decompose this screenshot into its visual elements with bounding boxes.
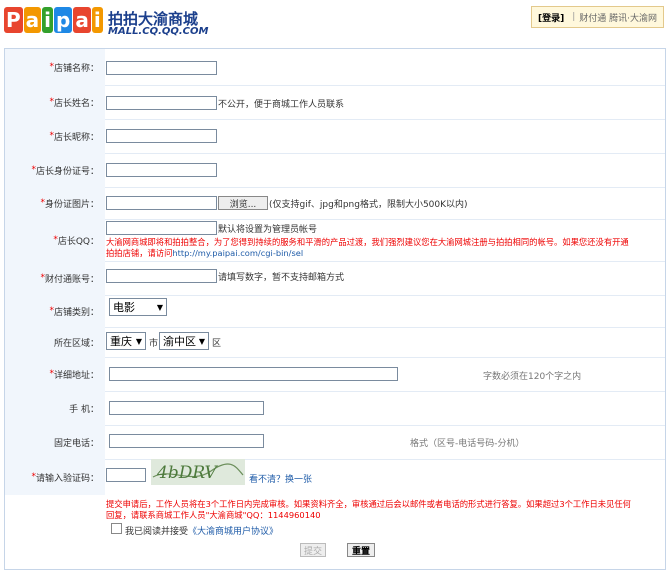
mobile-label: 手 机： [5,391,105,425]
mobile-row: 手 机： [5,391,665,426]
tenpay-row: * 财付通账号： 请填写数字，暂不支持邮箱方式 [5,261,665,296]
site-url: MALL.CQ.QQ.COM [108,26,209,37]
divider: | [572,12,576,22]
logo-letter: i [91,7,103,33]
paipai-seller-link[interactable]: http://my.paipai.com/cgi-bin/sel [172,248,303,258]
owner-id-input[interactable] [106,163,217,177]
captcha-input[interactable] [106,468,146,482]
header: Paipai 拍拍大渝商城 MALL.CQ.QQ.COM [登录] | 财付通 … [0,0,670,44]
logo-letter: i [42,7,54,33]
top-links-bar: [登录] | 财付通 腾讯·大渝网 [530,6,664,28]
address-note: 字数必须在120个字之内 [483,372,582,382]
owner-qq-row: * 店长QQ： 默认将设置为管理员帐号 大渝网商城即将和拍拍整合，为了您得到持续的… [5,219,665,262]
category-select[interactable]: 电影 ▼ [109,298,167,316]
agree-checkbox[interactable] [111,523,122,534]
phone-label: 固定电话： [5,425,105,459]
address-row: * 详细地址： 字数必须在120个字之内 [5,357,665,392]
submit-note-line2: 回复，请联系商城工作人员"大渝商城"QQ：1144960140 [106,510,321,520]
reset-button[interactable]: 重置 [347,543,375,557]
province-select[interactable]: 重庆 ▼ [106,332,146,350]
qq-warning-line2: 拍拍店铺，请访问http://my.paipai.com/cgi-bin/sel [106,248,304,258]
chevron-down-icon: ▼ [198,337,205,346]
address-input[interactable] [109,367,398,381]
id-image-path-input[interactable] [106,196,217,210]
shop-name-input[interactable] [106,61,217,75]
id-image-note: (仅支持gif、jpg和png格式，限制大小500K以内) [269,200,468,210]
owner-nick-label: * 店长昵称： [5,119,105,153]
owner-qq-input[interactable] [106,221,217,235]
owner-name-note: 不公开，便于商城工作人员联系 [218,100,345,110]
city-suffix: 市 [149,339,159,349]
owner-qq-note: 默认将设置为管理员帐号 [218,225,318,235]
district-select[interactable]: 渝中区 ▼ [159,332,209,350]
region-label: 所在区域： [5,327,105,357]
captcha-image[interactable]: 4bDRV [151,459,245,485]
shop-application-form: * 店铺名称： * 店长姓名： 不公开，便于商城工作人员联系 * 店长昵称： * 店长身… [4,48,666,570]
id-image-row: * 身份证图片： 浏览... (仅支持gif、jpg和png格式，限制大小500K… [5,187,665,220]
mobile-input[interactable] [109,401,264,415]
category-row: * 店铺类别： 电影 ▼ [5,295,665,328]
logo-letter: a [73,7,91,33]
chevron-down-icon: ▼ [156,303,163,312]
owner-nick-row: * 店长昵称： [5,119,665,154]
partner-links[interactable]: 财付通 腾讯·大渝网 [579,11,657,24]
paipai-logo[interactable]: Paipai [4,7,104,33]
district-suffix: 区 [212,339,222,349]
region-row: 所在区域： 重庆 ▼ 市 渝中区 ▼ 区 [5,327,665,358]
agree-text: 我已阅读并接受《大渝商城用户协议》 [125,527,279,537]
captcha-text: 4bDRV [156,463,219,483]
owner-name-input[interactable] [106,96,217,110]
id-image-label: * 身份证图片： [5,187,105,219]
address-label: * 详细地址： [5,357,105,391]
submit-button[interactable]: 提交 [300,543,326,557]
tenpay-note: 请填写数字，暂不支持邮箱方式 [218,273,345,283]
owner-id-row: * 店长身份证号： [5,153,665,188]
logo-letter: P [4,7,23,33]
captcha-label: * 请输入验证码： [5,459,105,495]
captcha-row: * 请输入验证码： 4bDRV 看不清？换一张 [5,459,665,495]
owner-nick-input[interactable] [106,129,217,143]
owner-qq-label: * 店长QQ： [5,219,105,261]
chevron-down-icon: ▼ [135,337,142,346]
logo-letter: a [23,7,42,33]
browse-button[interactable]: 浏览... [218,196,268,210]
logo-letter: p [54,7,73,33]
shop-name-label: * 店铺名称： [5,49,105,85]
captcha-refresh-link[interactable]: 看不清？换一张 [249,472,312,485]
category-label: * 店铺类别： [5,295,105,327]
phone-input[interactable] [109,434,264,448]
owner-name-row: * 店长姓名： 不公开，便于商城工作人员联系 [5,85,665,120]
tenpay-label: * 财付通账号： [5,261,105,295]
shop-name-row: * 店铺名称： [5,49,665,86]
owner-id-label: * 店长身份证号： [5,153,105,187]
phone-note: 格式（区号-电话号码-分机） [410,439,525,449]
login-link[interactable]: [登录] [538,11,564,24]
phone-row: 固定电话： 格式（区号-电话号码-分机） [5,425,665,460]
user-agreement-link[interactable]: 《大渝商城用户协议》 [188,527,278,537]
tenpay-input[interactable] [106,269,217,283]
owner-name-label: * 店长姓名： [5,85,105,119]
